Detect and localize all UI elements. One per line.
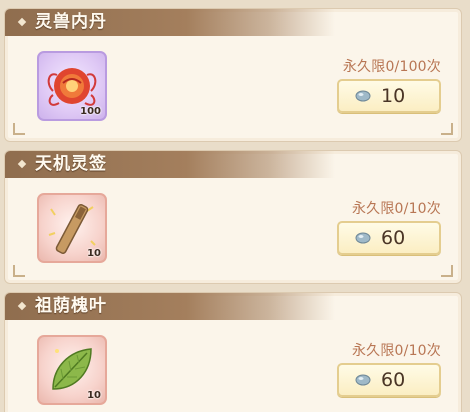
item-title-bar: 祖荫槐叶 [5, 293, 335, 320]
item-title: 灵兽内丹 [35, 12, 107, 32]
spirit-stone-icon [355, 90, 371, 102]
item-quantity: 10 [87, 390, 101, 401]
item-title: 祖荫槐叶 [35, 296, 107, 316]
corner-ornament [441, 123, 453, 135]
diamond-ornament-icon [17, 301, 27, 311]
beast-core-icon[interactable]: 100 [37, 51, 107, 121]
shop-item-card: 天机灵签 10 永久限0/10次 60 [4, 150, 462, 284]
corner-ornament [13, 265, 25, 277]
item-title-bar: 天机灵签 [5, 151, 335, 178]
diamond-ornament-icon [17, 159, 27, 169]
price-amount: 60 [381, 227, 406, 249]
price-amount: 10 [381, 85, 406, 107]
shop-item-list: 灵兽内丹 100 永久限0/100次 10 天机灵签 10 永久限0/10次 6… [0, 0, 470, 412]
locust-leaf-icon[interactable]: 10 [37, 335, 107, 405]
corner-ornament [441, 265, 453, 277]
fortune-stick-icon[interactable]: 10 [37, 193, 107, 263]
shop-item-card: 祖荫槐叶 10 永久限0/10次 60 [4, 292, 462, 412]
item-quantity: 100 [80, 106, 101, 117]
shop-item-card: 灵兽内丹 100 永久限0/100次 10 [4, 8, 462, 142]
buy-button[interactable]: 60 [337, 363, 441, 397]
buy-button[interactable]: 10 [337, 79, 441, 113]
corner-ornament [13, 123, 25, 135]
spirit-stone-icon [355, 232, 371, 244]
item-title: 天机灵签 [35, 154, 107, 174]
spirit-stone-icon [355, 374, 371, 386]
purchase-limit: 永久限0/10次 [351, 201, 441, 217]
item-quantity: 10 [87, 248, 101, 259]
buy-button[interactable]: 60 [337, 221, 441, 255]
diamond-ornament-icon [17, 17, 27, 27]
price-amount: 60 [381, 369, 406, 391]
purchase-limit: 永久限0/100次 [342, 59, 441, 75]
purchase-limit: 永久限0/10次 [351, 343, 441, 359]
item-title-bar: 灵兽内丹 [5, 9, 335, 36]
